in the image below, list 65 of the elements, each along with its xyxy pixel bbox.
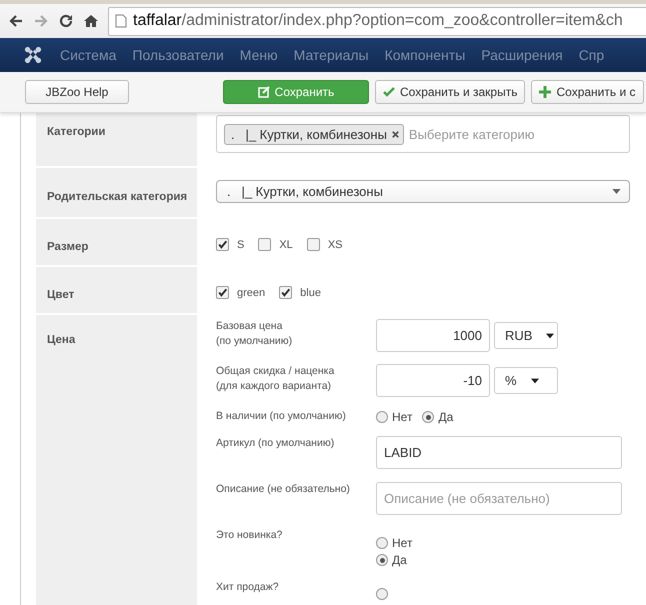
category-field[interactable]: . |_ Куртки, комбинезоны Выберите категорию	[216, 115, 630, 153]
menu-item[interactable]: Меню	[232, 47, 286, 63]
cross-logo-icon	[24, 46, 42, 64]
checkbox[interactable]	[216, 238, 229, 251]
checkbox[interactable]	[306, 238, 320, 251]
menu-item[interactable]: Расширения	[473, 47, 571, 63]
parent-category-select[interactable]: . |_ Куртки, комбинезоны	[216, 180, 630, 203]
edit-icon	[258, 86, 270, 98]
field-label: Категории	[47, 126, 106, 138]
menu-item[interactable]: Спр	[570, 47, 612, 63]
checkbox[interactable]	[258, 238, 272, 251]
field-label: Цена	[47, 334, 76, 346]
unit-select[interactable]: RUB	[494, 322, 558, 349]
radio-label: Да	[438, 410, 454, 424]
price-field-label: Базовая цена (по умолчанию)	[216, 319, 294, 349]
checkbox-label: XS	[328, 238, 342, 250]
back-icon[interactable]	[8, 13, 24, 29]
field-label: Цвет	[47, 289, 74, 301]
checkbox-label: S	[237, 238, 244, 250]
unit-select[interactable]: %	[494, 367, 558, 394]
menu-item[interactable]: Пользователи	[124, 47, 232, 63]
url-host: taffalar	[133, 12, 182, 30]
caret-icon	[546, 332, 554, 338]
caret-icon	[530, 378, 539, 384]
checkbox-label: blue	[300, 286, 321, 298]
page-icon	[115, 14, 127, 28]
radio-button[interactable]	[376, 554, 388, 566]
price-field-label: Описание (не обязательно)	[216, 482, 351, 497]
url-path: /administrator/index.php?option=com_zoo&controller=item&ch	[182, 12, 623, 30]
radio-label: Да	[392, 553, 407, 567]
text-field[interactable]: LABID	[376, 436, 622, 469]
radio-button[interactable]	[376, 411, 388, 423]
radio-button[interactable]	[376, 537, 388, 549]
reload-icon[interactable]	[58, 13, 74, 29]
caret-icon	[612, 189, 621, 194]
radio-label: Нет	[392, 410, 412, 424]
field-label: Размер	[47, 241, 88, 253]
menu-item[interactable]: Материалы	[286, 47, 377, 63]
price-field-label: Хит продаж?	[216, 580, 280, 595]
menu-item[interactable]: Система	[52, 47, 124, 63]
price-field-label: Общая скидка / наценка (для каждого варианта)	[216, 364, 336, 394]
checkbox[interactable]	[216, 286, 229, 299]
home-icon[interactable]	[83, 13, 99, 29]
toolbar-button[interactable]: JBZoo Help	[25, 80, 129, 104]
amount-field[interactable]: 1000	[376, 319, 490, 352]
field-label: Родительская категория	[47, 191, 188, 203]
menu-item[interactable]: Компоненты	[376, 47, 474, 63]
price-field-label: Это новинка?	[216, 528, 284, 543]
price-field-label: Артикул (по умолчанию)	[216, 436, 336, 451]
toolbar-button[interactable]: Сохранить и закрыть	[375, 80, 526, 104]
checkbox[interactable]	[279, 286, 292, 299]
address-bar[interactable]: taffalar/administrator/index.php?option=com_zoo&controller=item&ch	[108, 6, 646, 36]
tag-text: . |_ Куртки, комбинезоны	[231, 126, 387, 142]
close-icon[interactable]	[390, 130, 400, 138]
check-icon	[383, 86, 395, 98]
toolbar-button[interactable]: Сохранить и с	[531, 80, 644, 104]
radio-button[interactable]	[376, 588, 388, 600]
checkbox-label: XL	[279, 238, 293, 250]
amount-field[interactable]: -10	[376, 364, 490, 397]
price-field-label: В наличии (по умолчанию)	[216, 409, 347, 424]
plus-icon	[539, 86, 552, 98]
placeholder-text: Выберите категорию	[408, 126, 534, 142]
radio-label: Нет	[392, 536, 412, 550]
radio-button[interactable]	[422, 411, 434, 423]
checkbox-label: green	[237, 286, 266, 298]
